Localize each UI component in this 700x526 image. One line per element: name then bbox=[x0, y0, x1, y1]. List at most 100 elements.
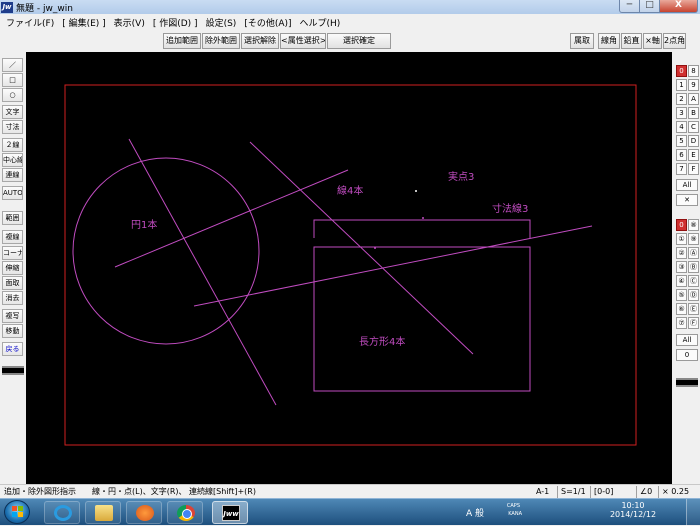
line-color-indicator[interactable] bbox=[676, 378, 698, 387]
extend-tool[interactable]: 伸縮 bbox=[2, 261, 23, 275]
group-2-button[interactable]: ② bbox=[676, 247, 687, 259]
range-tool[interactable]: 範囲 bbox=[2, 211, 23, 225]
layer-a-button[interactable]: A bbox=[688, 93, 699, 105]
line-entity-4[interactable] bbox=[193, 225, 593, 307]
group-d-button[interactable]: Ⓓ bbox=[688, 289, 699, 301]
layer-d-button[interactable]: D bbox=[688, 135, 699, 147]
layer-9-button[interactable]: 9 bbox=[688, 79, 699, 91]
menu-view[interactable]: 表示(V) bbox=[110, 16, 149, 29]
auto-tool[interactable]: AUTO bbox=[2, 186, 23, 200]
undo-button[interactable]: 戻る bbox=[2, 342, 23, 356]
paper-size[interactable]: A-1 bbox=[536, 486, 549, 498]
taskbar-jww[interactable]: Jww bbox=[212, 501, 248, 524]
minimize-button[interactable]: ─ bbox=[619, 0, 640, 13]
group-e-button[interactable]: Ⓔ bbox=[688, 303, 699, 315]
circle-tool[interactable]: ○ bbox=[2, 88, 23, 102]
line-entity-3[interactable] bbox=[249, 141, 474, 355]
rectangle-tool[interactable]: □ bbox=[2, 73, 23, 87]
clock[interactable]: 10:10 2014/12/12 bbox=[604, 501, 662, 519]
text-tool[interactable]: 文字 bbox=[2, 105, 23, 119]
scale-indicator[interactable]: S=1/1 bbox=[557, 486, 586, 498]
group-6-button[interactable]: ⑥ bbox=[676, 303, 687, 315]
menu-file[interactable]: ファイル(F) bbox=[2, 16, 58, 29]
taskbar-media-player[interactable] bbox=[126, 501, 162, 524]
layer-clear-button[interactable]: ✕ bbox=[676, 194, 698, 206]
taskbar-chrome[interactable] bbox=[167, 501, 203, 524]
layer-1-button[interactable]: 1 bbox=[676, 79, 687, 91]
layer-2-button[interactable]: 2 bbox=[676, 93, 687, 105]
copy-tool[interactable]: 複写 bbox=[2, 309, 23, 323]
two-point-angle-button[interactable]: 2点角 bbox=[663, 33, 686, 49]
layer-b-button[interactable]: B bbox=[688, 107, 699, 119]
taskbar-explorer[interactable] bbox=[85, 501, 121, 524]
group-zero-button[interactable]: 0 bbox=[676, 349, 698, 361]
vertical-angle-button[interactable]: 鉛直 bbox=[621, 33, 642, 49]
maximize-button[interactable]: □ bbox=[640, 0, 660, 13]
layer-indicator[interactable]: [0-0] bbox=[590, 486, 613, 498]
ime-indicator[interactable]: A 般 bbox=[466, 506, 484, 519]
close-button[interactable]: X bbox=[660, 0, 698, 13]
angle-indicator[interactable]: ∠0 bbox=[636, 486, 652, 498]
group-9-button[interactable]: ⑨ bbox=[688, 233, 699, 245]
dimension-tool[interactable]: 寸法 bbox=[2, 120, 23, 134]
dimension-line-entity[interactable] bbox=[313, 219, 531, 238]
group-all-button[interactable]: All bbox=[676, 334, 698, 346]
layer-take-button[interactable]: 属取 bbox=[570, 33, 594, 49]
offset-line-tool[interactable]: 複線 bbox=[2, 230, 23, 244]
layer-e-button[interactable]: E bbox=[688, 149, 699, 161]
erase-tool[interactable]: 消去 bbox=[2, 291, 23, 305]
taskbar-internet-explorer[interactable] bbox=[44, 501, 80, 524]
group-c-button[interactable]: Ⓒ bbox=[688, 275, 699, 287]
layer-5-button[interactable]: 5 bbox=[676, 135, 687, 147]
layer-6-button[interactable]: 6 bbox=[676, 149, 687, 161]
layer-8-button[interactable]: 8 bbox=[688, 65, 699, 77]
group-a-button[interactable]: Ⓐ bbox=[688, 247, 699, 259]
point-entity-1[interactable] bbox=[415, 190, 417, 192]
menu-other[interactable]: [その他(A)] bbox=[240, 16, 295, 29]
deselect-button[interactable]: 選択解除 bbox=[241, 33, 279, 49]
layer-c-button[interactable]: C bbox=[688, 121, 699, 133]
confirm-selection-button[interactable]: 選択確定 bbox=[327, 33, 391, 49]
group-5-button[interactable]: ⑤ bbox=[676, 289, 687, 301]
circle-entity[interactable] bbox=[72, 157, 260, 345]
point-entity-3[interactable] bbox=[374, 247, 376, 249]
point-entity-2[interactable] bbox=[422, 217, 424, 219]
layer-4-button[interactable]: 4 bbox=[676, 121, 687, 133]
group-f-button[interactable]: Ⓕ bbox=[688, 317, 699, 329]
menu-draw[interactable]: [ 作図(D) ] bbox=[149, 16, 202, 29]
menu-edit[interactable]: [ 編集(E) ] bbox=[58, 16, 109, 29]
group-4-button[interactable]: ④ bbox=[676, 275, 687, 287]
layer-f-button[interactable]: F bbox=[688, 163, 699, 175]
x-axis-button[interactable]: ×軸 bbox=[643, 33, 662, 49]
layer-7-button[interactable]: 7 bbox=[676, 163, 687, 175]
connect-line-tool[interactable]: 連線 bbox=[2, 168, 23, 182]
rectangle-entity[interactable] bbox=[313, 246, 531, 392]
corner-tool[interactable]: コーナー bbox=[2, 246, 23, 260]
start-button[interactable] bbox=[4, 500, 30, 524]
attribute-select-button[interactable]: <属性選択> bbox=[280, 33, 326, 49]
zoom-indicator[interactable]: × 0.25 bbox=[658, 486, 689, 498]
chamfer-tool[interactable]: 面取 bbox=[2, 276, 23, 290]
show-desktop-button[interactable] bbox=[686, 499, 700, 526]
line-style-indicator[interactable] bbox=[2, 366, 24, 375]
layer-all-button[interactable]: All bbox=[676, 179, 698, 191]
menu-settings[interactable]: 設定(S) bbox=[202, 16, 241, 29]
add-range-button[interactable]: 追加範囲 bbox=[163, 33, 201, 49]
group-0-button[interactable]: 0 bbox=[676, 219, 687, 231]
layer-3-button[interactable]: 3 bbox=[676, 107, 687, 119]
group-8-button[interactable]: ⑧ bbox=[688, 219, 699, 231]
menu-help[interactable]: ヘルプ(H) bbox=[296, 16, 345, 29]
group-7-button[interactable]: ⑦ bbox=[676, 317, 687, 329]
drawing-canvas[interactable]: 円1本 線4本 実点3 寸法線3 長方形4本 bbox=[26, 52, 672, 484]
line-entity-1[interactable] bbox=[128, 138, 277, 406]
center-line-tool[interactable]: 中心線 bbox=[2, 153, 23, 167]
group-b-button[interactable]: Ⓑ bbox=[688, 261, 699, 273]
line-angle-button[interactable]: 線角 bbox=[598, 33, 620, 49]
remove-range-button[interactable]: 除外範囲 bbox=[202, 33, 240, 49]
double-line-tool[interactable]: ２線 bbox=[2, 138, 23, 152]
line-tool[interactable]: ／ bbox=[2, 58, 23, 72]
group-1-button[interactable]: ① bbox=[676, 233, 687, 245]
group-3-button[interactable]: ③ bbox=[676, 261, 687, 273]
move-tool[interactable]: 移動 bbox=[2, 324, 23, 338]
layer-0-button[interactable]: 0 bbox=[676, 65, 687, 77]
